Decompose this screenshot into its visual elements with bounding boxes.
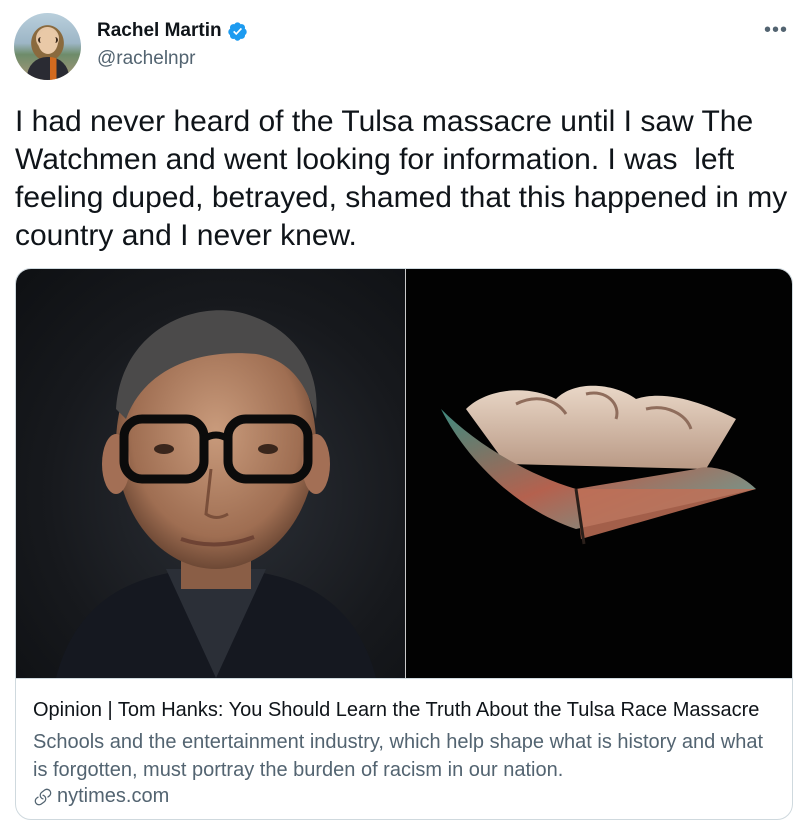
ellipsis-icon: ••• xyxy=(763,19,788,41)
card-title[interactable]: Opinion | Tom Hanks: You Should Learn th… xyxy=(33,699,759,722)
avatar-glasses xyxy=(38,37,58,43)
burned-book-photo xyxy=(406,269,792,678)
display-name[interactable]: Rachel Martin xyxy=(97,20,222,42)
card-domain-row: nytimes.com xyxy=(33,785,169,808)
card-meta: Opinion | Tom Hanks: You Should Learn th… xyxy=(16,678,792,819)
portrait-photo xyxy=(16,269,405,678)
card-domain[interactable]: nytimes.com xyxy=(57,785,169,808)
tweet-header: Rachel Martin @rachelnpr ••• xyxy=(0,0,801,90)
avatar[interactable] xyxy=(14,13,81,80)
verified-badge-icon xyxy=(227,21,247,41)
card-description: Schools and the entertainment industry, … xyxy=(33,731,764,781)
tweet-text: I had never heard of the Tulsa massacre … xyxy=(15,105,796,252)
more-options-button[interactable]: ••• xyxy=(761,18,791,42)
book-illustration xyxy=(441,385,756,545)
name-row: Rachel Martin xyxy=(97,19,248,43)
card-images xyxy=(16,269,792,678)
link-card[interactable]: Opinion | Tom Hanks: You Should Learn th… xyxy=(15,268,793,820)
avatar-body xyxy=(27,57,69,80)
link-icon xyxy=(34,788,52,805)
handle[interactable]: @rachelnpr xyxy=(97,48,196,70)
portrait-illustration xyxy=(56,310,376,678)
